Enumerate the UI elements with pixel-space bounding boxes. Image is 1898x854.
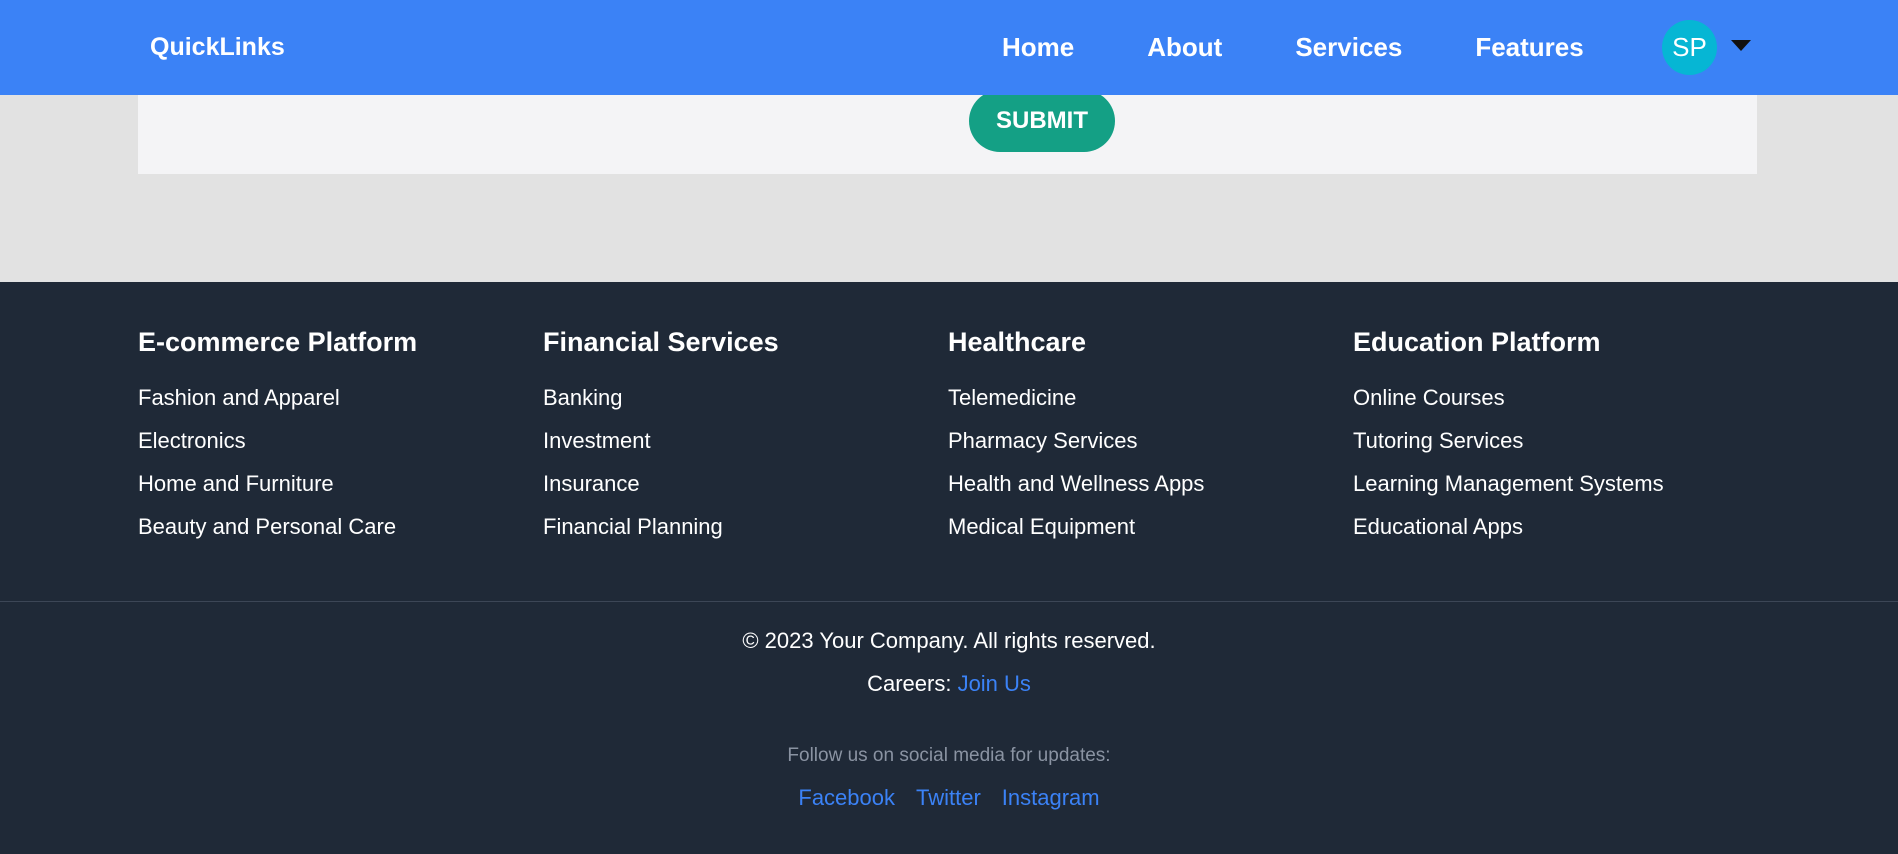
- careers-label: Careers:: [867, 671, 952, 696]
- footer-link[interactable]: Learning Management Systems: [1353, 471, 1664, 496]
- twitter-link[interactable]: Twitter: [916, 785, 981, 811]
- nav-links: Home About Services Features: [1002, 0, 1584, 95]
- copyright-text: © 2023 Your Company. All rights reserved…: [742, 628, 1156, 653]
- footer-divider: [0, 601, 1898, 602]
- careers-line: Careers: Join Us: [0, 671, 1898, 697]
- footer-link[interactable]: Banking: [543, 385, 623, 410]
- footer-link[interactable]: Financial Planning: [543, 514, 723, 539]
- footer-link-list: Banking Investment Insurance Financial P…: [543, 386, 723, 558]
- instagram-link[interactable]: Instagram: [1002, 785, 1100, 811]
- join-us-link[interactable]: Join Us: [958, 671, 1031, 696]
- footer-link[interactable]: Tutoring Services: [1353, 428, 1523, 453]
- footer-link[interactable]: Beauty and Personal Care: [138, 514, 396, 539]
- user-avatar[interactable]: SP: [1662, 20, 1717, 75]
- footer-link[interactable]: Home and Furniture: [138, 471, 334, 496]
- footer-link[interactable]: Fashion and Apparel: [138, 385, 340, 410]
- nav-link-features[interactable]: Features: [1475, 32, 1583, 63]
- footer-link[interactable]: Insurance: [543, 471, 640, 496]
- footer-link[interactable]: Medical Equipment: [948, 514, 1135, 539]
- footer-column-title: Financial Services: [543, 327, 779, 357]
- footer-link[interactable]: Health and Wellness Apps: [948, 471, 1204, 496]
- brand-logo-link[interactable]: QuickLinks: [150, 0, 285, 95]
- follow-text: Follow us on social media for updates:: [787, 745, 1111, 766]
- footer-link-list: Online Courses Tutoring Services Learnin…: [1353, 386, 1664, 558]
- nav-link-about[interactable]: About: [1147, 32, 1222, 63]
- footer-column-title: E-commerce Platform: [138, 327, 418, 357]
- footer-column-title: Healthcare: [948, 327, 1087, 357]
- site-footer: E-commerce Platform Fashion and Apparel …: [0, 282, 1898, 854]
- nav-link-services[interactable]: Services: [1295, 32, 1402, 63]
- submit-button[interactable]: SUBMIT: [969, 90, 1115, 152]
- footer-link-list: Fashion and Apparel Electronics Home and…: [138, 386, 396, 558]
- footer-link[interactable]: Investment: [543, 428, 651, 453]
- caret-down-icon[interactable]: [1731, 40, 1751, 51]
- top-navbar: QuickLinks Home About Services Features …: [0, 0, 1898, 95]
- footer-link[interactable]: Electronics: [138, 428, 246, 453]
- footer-link[interactable]: Pharmacy Services: [948, 428, 1138, 453]
- footer-link-list: Telemedicine Pharmacy Services Health an…: [948, 386, 1204, 558]
- footer-link[interactable]: Online Courses: [1353, 385, 1505, 410]
- footer-column-title: Education Platform: [1353, 327, 1601, 357]
- footer-link[interactable]: Educational Apps: [1353, 514, 1523, 539]
- facebook-link[interactable]: Facebook: [798, 785, 895, 811]
- form-card: [138, 95, 1757, 174]
- nav-link-home[interactable]: Home: [1002, 32, 1074, 63]
- social-links: Facebook Twitter Instagram: [0, 785, 1898, 811]
- footer-link[interactable]: Telemedicine: [948, 385, 1076, 410]
